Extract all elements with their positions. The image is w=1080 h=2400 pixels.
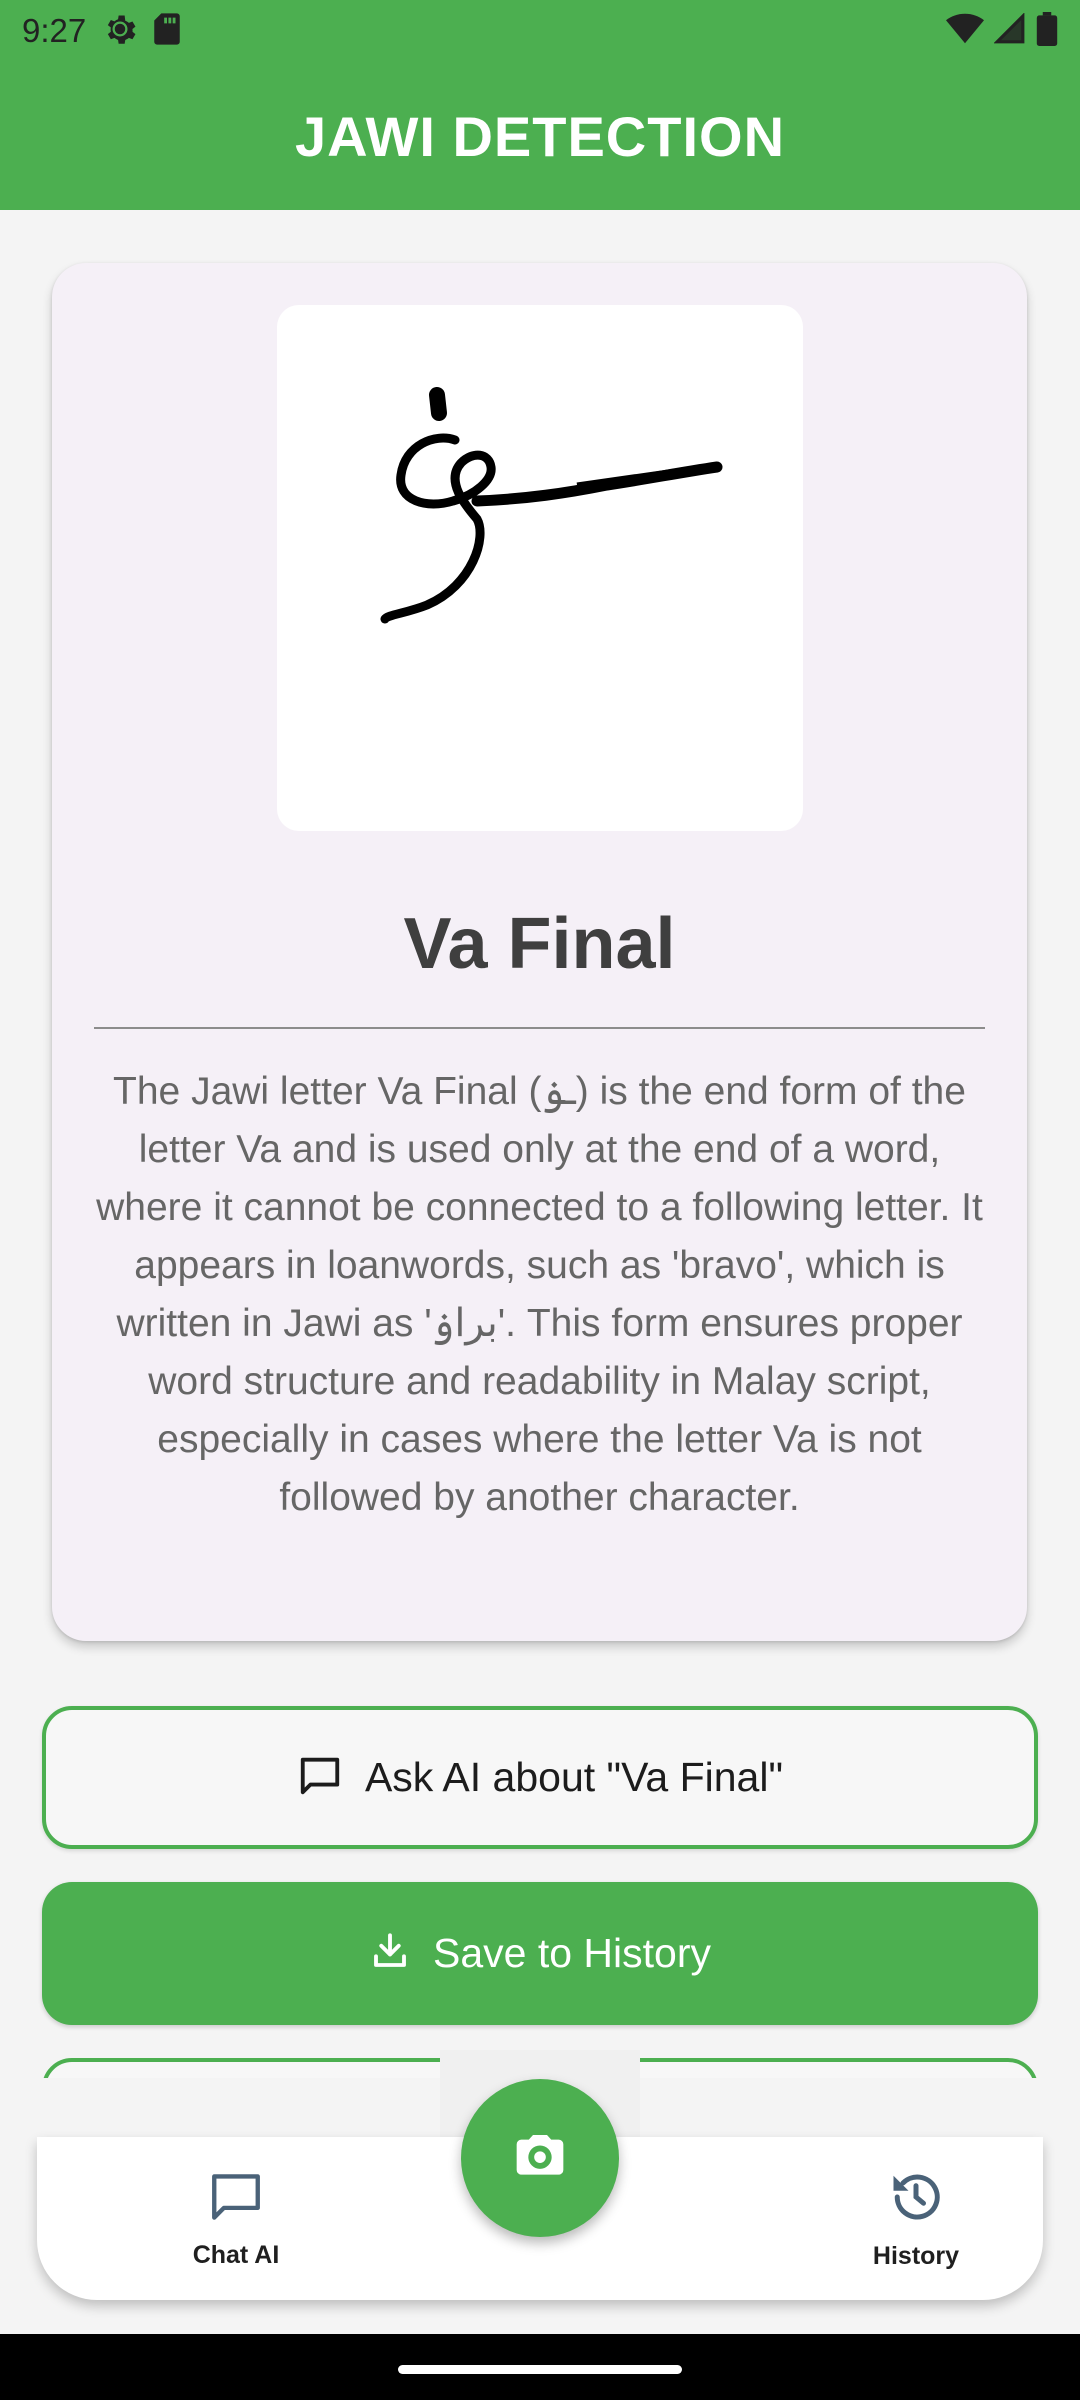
chat-bubble-icon [207,2168,265,2231]
nav-label-history: History [872,2241,960,2270]
divider [94,1027,985,1029]
signal-icon [993,11,1026,50]
save-to-history-button[interactable]: Save to History [42,1882,1038,2025]
camera-icon [512,2128,568,2189]
battery-icon [1036,11,1058,51]
status-bar: 9:27 [0,0,1080,62]
letter-description: The Jawi letter Va Final (ـۏ) is the end… [96,1070,983,1519]
app-title: JAWI DETECTION [294,104,786,168]
download-icon [369,1930,411,1977]
result-card: Va Final The Jawi letter Va Final (ـۏ) i… [52,263,1027,1641]
system-navigation-bar [0,2334,1080,2400]
history-icon [886,2167,946,2232]
home-gesture-handle[interactable] [398,2365,682,2374]
camera-button[interactable] [461,2079,619,2237]
status-time: 9:27 [22,12,87,49]
letter-title: Va Final [403,904,676,984]
nav-item-chat-ai[interactable]: Chat AI [126,2137,346,2300]
wifi-icon [946,13,984,50]
ask-ai-button[interactable]: Ask AI about "Va Final" [42,1706,1038,1849]
nav-item-history[interactable]: History [806,2137,1026,2300]
settings-icon [102,11,138,52]
nav-label-chat-ai: Chat AI [192,2240,280,2269]
content-area[interactable]: Va Final The Jawi letter Va Final (ـۏ) i… [0,210,1080,2078]
save-to-history-label: Save to History [433,1930,711,1976]
jawi-letter-drawing [380,387,723,624]
ask-ai-label: Ask AI about "Va Final" [364,1754,784,1800]
letter-image [277,305,803,831]
sd-card-icon [152,12,182,51]
app-bar: JAWI DETECTION [0,62,1080,210]
chat-bubble-icon [297,1752,343,1803]
